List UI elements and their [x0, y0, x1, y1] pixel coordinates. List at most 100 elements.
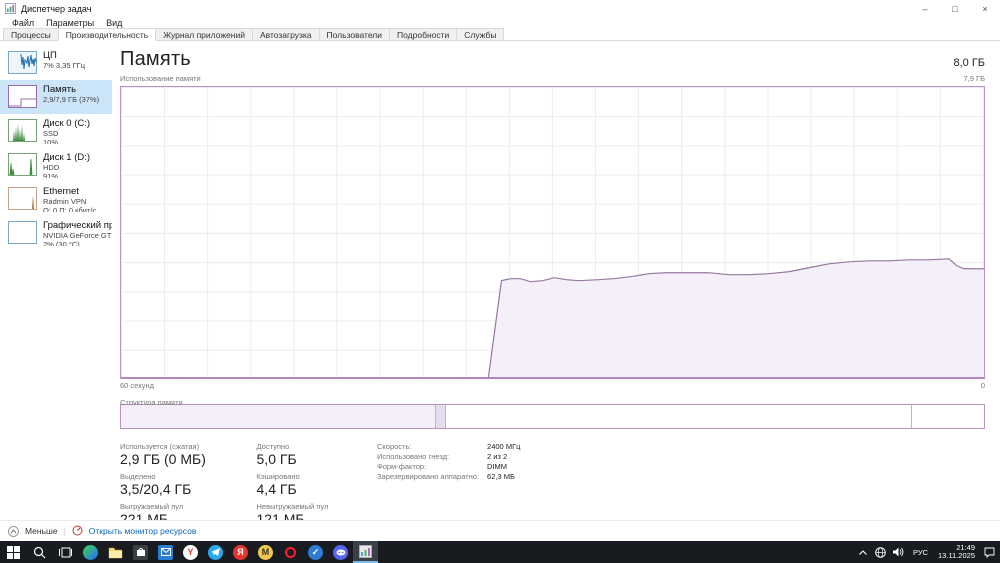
sidebar-ethernet-throughput: О: 0 П: 0 кбит/с	[43, 206, 97, 212]
hw-reserved-label: Зарезервировано аппаратно:	[377, 472, 480, 481]
tray-clock[interactable]: 21:49 13.11.2025	[935, 543, 978, 561]
taskbar-yandex-music-icon[interactable]: Y	[178, 541, 203, 563]
window-title: Диспетчер задач	[21, 3, 92, 14]
fewer-details-icon	[8, 525, 19, 537]
sidebar-ethernet-name: Ethernet	[43, 186, 79, 197]
hw-reserved-value: 62,3 МБ	[487, 472, 515, 481]
tray-date: 13.11.2025	[938, 551, 975, 560]
page-title: Память	[120, 48, 191, 70]
composition-segment-modified[interactable]	[435, 405, 447, 428]
taskbar-task-manager-icon[interactable]	[353, 541, 378, 563]
taskbar-edge-icon[interactable]	[78, 541, 103, 563]
sidebar-disk1-name: Диск 1 (D:)	[43, 152, 91, 163]
tray-language-indicator[interactable]: РУС	[910, 548, 931, 557]
taskbar-telegram-icon[interactable]	[203, 541, 228, 563]
menu-file[interactable]: Файл	[6, 18, 40, 28]
tab-users[interactable]: Пользователи	[318, 28, 391, 40]
sidebar-item-ethernet[interactable]: Ethernet Radmin VPN О: 0 П: 0 кбит/с	[0, 182, 112, 216]
sidebar-item-gpu[interactable]: Графический процессор NVIDIA GeForce GTX…	[0, 216, 112, 250]
menu-view[interactable]: Вид	[100, 18, 128, 28]
sidebar-cpu-stats: 7% 3,35 ГГц	[43, 61, 86, 70]
taskbar-store-icon[interactable]	[128, 541, 153, 563]
sidebar-item-cpu[interactable]: ЦП 7% 3,35 ГГц	[0, 46, 112, 80]
memory-usage-area	[488, 258, 984, 377]
taskbar-check-app-icon[interactable]: ✓	[303, 541, 328, 563]
menu-bar: Файл Параметры Вид	[0, 17, 1000, 28]
sidebar-item-memory[interactable]: Память 2,9/7,9 ГБ (37%)	[0, 80, 112, 114]
stat-available: Доступно 5,0 ГБ	[256, 442, 297, 467]
composition-segment-free[interactable]	[912, 405, 984, 428]
sidebar-ethernet-adapter: Radmin VPN	[43, 197, 87, 206]
tab-services[interactable]: Службы	[456, 28, 505, 40]
taskbar: Y Я M ✓ РУС 21:49 13.11.2025	[0, 541, 1000, 563]
tab-app-history[interactable]: Журнал приложений	[155, 28, 253, 40]
composition-segment-standby[interactable]	[446, 405, 913, 428]
memory-pane: Память 8,0 ГБ Использование памяти 7,9 Г…	[112, 41, 1000, 520]
minimize-button[interactable]: –	[910, 0, 940, 17]
memory-composition-bar[interactable]	[120, 404, 985, 429]
stat-in-use: Используется (сжатая) 2,9 ГБ (0 МБ)	[120, 442, 206, 467]
sidebar-cpu-name: ЦП	[43, 50, 57, 61]
disk0-mini-chart-icon	[8, 119, 37, 142]
sidebar-disk1-usage: 91%	[43, 172, 59, 178]
composition-segment-in-use[interactable]	[121, 405, 436, 428]
disk1-mini-chart-icon	[8, 153, 37, 176]
cpu-mini-chart-icon	[8, 51, 37, 74]
sidebar-gpu-name: Графический процессор	[43, 220, 112, 231]
sidebar-disk1-type: HDD	[43, 163, 60, 172]
tab-processes[interactable]: Процессы	[3, 28, 59, 40]
stat-cached: Кэшировано 4,4 ГБ	[256, 472, 300, 497]
taskbar-yellow-m-icon[interactable]: M	[253, 541, 278, 563]
close-button[interactable]: ×	[970, 0, 1000, 17]
slots-value: 2 из 2	[487, 452, 508, 461]
tab-performance[interactable]: Производительность	[57, 28, 157, 41]
performance-body: ЦП 7% 3,35 ГГц Память 2,9/7,9 ГБ (37%) Д…	[0, 41, 1000, 520]
notification-center-icon[interactable]	[982, 545, 996, 559]
sidebar-memory-name: Память	[43, 84, 77, 95]
tray-chevron-up-icon[interactable]	[856, 545, 870, 559]
fewer-details-button[interactable]: Меньше	[25, 526, 58, 536]
taskbar-file-explorer-icon[interactable]	[103, 541, 128, 563]
tab-startup[interactable]: Автозагрузка	[251, 28, 320, 40]
speed-value: 2400 МГц	[487, 442, 521, 451]
resource-monitor-icon	[72, 525, 83, 538]
gpu-mini-chart-icon	[8, 221, 37, 244]
sidebar-disk0-name: Диск 0 (C:)	[43, 118, 91, 129]
tray-network-globe-icon[interactable]	[874, 545, 888, 559]
footer-bar: Меньше | Открыть монитор ресурсов	[0, 520, 1000, 541]
tab-details[interactable]: Подробности	[389, 28, 458, 40]
memory-usage-graph	[487, 258, 984, 377]
maximize-button[interactable]: □	[940, 0, 970, 17]
speed-label: Скорость:	[377, 442, 412, 451]
time-zero-label: 0	[980, 381, 985, 390]
taskbar-mail-icon[interactable]	[153, 541, 178, 563]
ethernet-mini-chart-icon	[8, 187, 37, 210]
open-resource-monitor-link[interactable]: Открыть монитор ресурсов	[89, 526, 197, 536]
task-view-icon[interactable]	[52, 541, 78, 563]
stat-paged-pool: Выгружаемый пул 221 МБ	[120, 502, 184, 520]
taskbar-yandex-browser-icon[interactable]: Я	[228, 541, 253, 563]
taskbar-discord-icon[interactable]	[328, 541, 353, 563]
screen: Диспетчер задач – □ × Файл Параметры Вид…	[0, 0, 1000, 563]
usage-chart-label: Использование памяти	[120, 74, 201, 83]
start-button[interactable]	[0, 541, 26, 563]
memory-hardware-info: Скорость: 2400 МГц Использовано гнезд: 2…	[377, 442, 520, 520]
sidebar-memory-stats: 2,9/7,9 ГБ (37%)	[43, 95, 100, 104]
form-factor-value: DIMM	[487, 462, 508, 471]
memory-stats: Используется (сжатая) 2,9 ГБ (0 МБ) Дост…	[120, 442, 985, 520]
tray-volume-icon[interactable]	[892, 545, 906, 559]
stat-non-paged-pool: Невыгружаемый пул 121 МБ	[256, 502, 329, 520]
performance-sidebar: ЦП 7% 3,35 ГГц Память 2,9/7,9 ГБ (37%) Д…	[0, 41, 112, 520]
sidebar-disk0-usage: 10%	[43, 138, 59, 144]
sidebar-gpu-usage: 2% (30 °C)	[43, 240, 80, 246]
memory-usage-chart[interactable]	[120, 86, 985, 379]
search-icon[interactable]	[26, 541, 52, 563]
task-manager-window: Диспетчер задач – □ × Файл Параметры Вид…	[0, 0, 1000, 541]
menu-options[interactable]: Параметры	[40, 18, 100, 28]
sidebar-item-disk0[interactable]: Диск 0 (C:) SSD 10%	[0, 114, 112, 148]
taskbar-opera-icon[interactable]	[278, 541, 303, 563]
memory-mini-chart-icon	[8, 85, 37, 108]
form-factor-label: Форм-фактор:	[377, 462, 427, 471]
tab-strip: Процессы Производительность Журнал прило…	[0, 28, 1000, 41]
sidebar-item-disk1[interactable]: Диск 1 (D:) HDD 91%	[0, 148, 112, 182]
